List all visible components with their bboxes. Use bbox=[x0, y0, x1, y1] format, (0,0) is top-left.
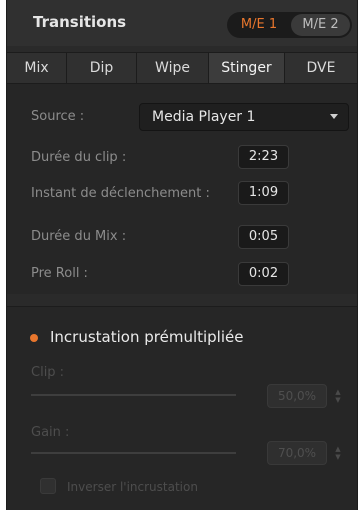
trigger-label: Instant de déclenchement : bbox=[31, 186, 210, 201]
gain-value-field[interactable]: 70,0% bbox=[267, 441, 327, 465]
gain-stepper-icon[interactable]: ▲ ▼ bbox=[333, 445, 343, 469]
gain-slider[interactable] bbox=[31, 452, 236, 454]
gain-label: Gain : bbox=[31, 425, 70, 440]
panel-header: Transitions M/E 1 M/E 2 bbox=[7, 0, 357, 46]
trigger-field[interactable]: 1:09 bbox=[238, 181, 289, 205]
invert-key-checkbox[interactable] bbox=[40, 478, 56, 494]
dropdown-caret-icon bbox=[330, 114, 338, 119]
tab-dip[interactable]: Dip bbox=[67, 53, 137, 83]
me-selector: M/E 1 M/E 2 bbox=[227, 12, 352, 38]
panel-title: Transitions bbox=[33, 13, 127, 31]
source-dropdown[interactable]: Media Player 1 bbox=[139, 103, 349, 131]
me1-button[interactable]: M/E 1 bbox=[229, 14, 289, 36]
preroll-field[interactable]: 0:02 bbox=[238, 262, 289, 286]
premultiplied-radio-icon[interactable] bbox=[30, 334, 38, 342]
clip-label: Clip : bbox=[31, 365, 65, 380]
mix-duration-field[interactable]: 0:05 bbox=[238, 225, 289, 249]
clip-duration-label: Durée du clip : bbox=[31, 150, 127, 165]
source-label: Source : bbox=[31, 109, 85, 124]
me2-button[interactable]: M/E 2 bbox=[291, 14, 350, 36]
clip-duration-field[interactable]: 2:23 bbox=[238, 145, 289, 169]
clip-stepper-icon[interactable]: ▲ ▼ bbox=[333, 388, 343, 412]
clip-slider[interactable] bbox=[31, 394, 236, 396]
tab-dve[interactable]: DVE bbox=[285, 53, 357, 83]
preroll-label: Pre Roll : bbox=[31, 266, 88, 281]
tab-stinger[interactable]: Stinger bbox=[209, 53, 285, 83]
tab-wipe[interactable]: Wipe bbox=[137, 53, 209, 83]
source-value: Media Player 1 bbox=[152, 109, 256, 125]
clip-value-field[interactable]: 50,0% bbox=[267, 384, 327, 408]
mix-duration-label: Durée du Mix : bbox=[31, 229, 127, 244]
transition-tabs: Mix Dip Wipe Stinger DVE bbox=[7, 52, 357, 84]
transitions-panel: Transitions M/E 1 M/E 2 Mix Dip Wipe Sti… bbox=[6, 0, 358, 510]
premultiplied-label: Incrustation prémultipliée bbox=[50, 328, 244, 346]
invert-key-label: Inverser l'incrustation bbox=[67, 480, 198, 494]
tab-mix[interactable]: Mix bbox=[7, 53, 67, 83]
